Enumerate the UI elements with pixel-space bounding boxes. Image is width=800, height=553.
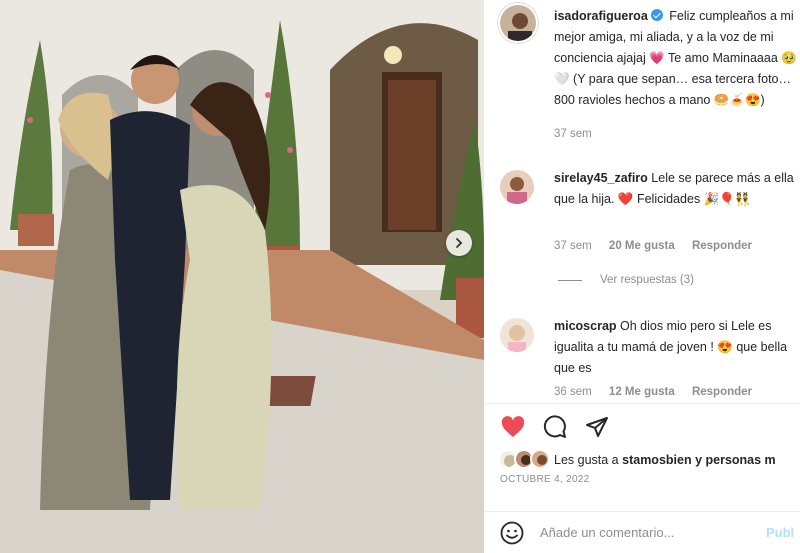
replies-divider-line bbox=[558, 279, 582, 281]
share-button[interactable] bbox=[584, 414, 610, 440]
author-avatar[interactable] bbox=[498, 3, 538, 43]
comment-item: micoscrap Oh dios mio pero si Lele es ig… bbox=[554, 316, 800, 379]
comment-composer: Publ bbox=[484, 512, 800, 553]
likes-others[interactable]: y personas m bbox=[695, 453, 776, 467]
post-side-panel: isadorafigueroa Feliz cumpleaños a mi me… bbox=[484, 0, 800, 553]
commenter-avatar-image bbox=[500, 318, 534, 352]
comment-avatar-micoscrap[interactable] bbox=[500, 318, 534, 352]
next-photo-button[interactable] bbox=[446, 230, 472, 256]
comment-item: sirelay45_zafiro Lele se parece más a el… bbox=[554, 168, 800, 210]
author-avatar-image bbox=[500, 5, 536, 41]
like-button[interactable] bbox=[500, 414, 526, 440]
heart-filled-icon bbox=[501, 416, 525, 437]
comment-time: 37 sem bbox=[554, 240, 592, 252]
add-comment-input[interactable] bbox=[540, 525, 740, 540]
paper-plane-icon bbox=[586, 417, 608, 437]
publish-button[interactable]: Publ bbox=[766, 525, 794, 540]
comment-meta: 36 sem 12 Me gusta Responder bbox=[554, 386, 766, 398]
actions-divider bbox=[484, 403, 800, 404]
post-date: OCTUBRE 4, 2022 bbox=[500, 474, 590, 485]
commenter-avatar-image bbox=[500, 170, 534, 204]
post-actions bbox=[500, 414, 610, 440]
smiley-icon[interactable] bbox=[500, 521, 524, 545]
comment-meta: 37 sem 20 Me gusta Responder bbox=[554, 240, 766, 252]
caption-author-username[interactable]: isadorafigueroa bbox=[554, 9, 648, 23]
photo-scene bbox=[0, 0, 484, 553]
comment-button[interactable] bbox=[542, 414, 568, 440]
liker-avatar bbox=[530, 449, 550, 469]
comment-time: 36 sem bbox=[554, 386, 592, 398]
view-replies-button[interactable]: Ver respuestas (3) bbox=[558, 274, 694, 286]
chevron-right-icon bbox=[456, 238, 463, 248]
caption-time: 37 sem bbox=[554, 128, 592, 140]
post-photo bbox=[0, 0, 484, 553]
likes-username[interactable]: stamosbien bbox=[622, 453, 691, 467]
comment-likes-count[interactable]: 20 Me gusta bbox=[609, 240, 675, 252]
comment-username[interactable]: micoscrap bbox=[554, 319, 617, 333]
post-caption: isadorafigueroa Feliz cumpleaños a mi me… bbox=[554, 6, 800, 111]
caption-meta: 37 sem bbox=[554, 128, 606, 140]
speech-bubble-icon bbox=[543, 415, 566, 438]
likes-summary: Les gusta a stamosbien y personas m bbox=[498, 449, 776, 471]
comment-likes-count[interactable]: 12 Me gusta bbox=[609, 386, 675, 398]
verified-badge-icon bbox=[650, 9, 663, 21]
caption-text: Feliz cumpleaños a mi mejor amiga, mi al… bbox=[554, 9, 797, 107]
likers-avatar-stack[interactable] bbox=[498, 449, 554, 471]
comment-username[interactable]: sirelay45_zafiro bbox=[554, 171, 648, 185]
likes-prefix: Les gusta a bbox=[554, 453, 619, 467]
view-replies-label: Ver respuestas (3) bbox=[600, 274, 694, 286]
comment-avatar-sirelay45[interactable] bbox=[500, 170, 534, 204]
reply-button[interactable]: Responder bbox=[692, 240, 752, 252]
reply-button[interactable]: Responder bbox=[692, 386, 752, 398]
liker-avatar-image bbox=[532, 451, 548, 467]
